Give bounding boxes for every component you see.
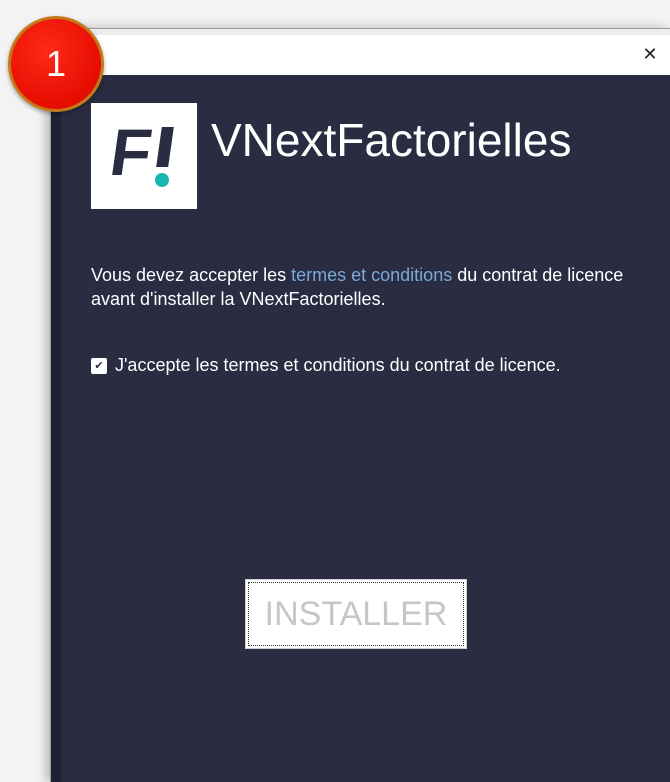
app-title: VNextFactorielles xyxy=(211,114,572,166)
logo-exclamation-bar xyxy=(156,127,174,167)
logo-exclamation-dot xyxy=(155,173,169,187)
license-text-before: Vous devez accepter les xyxy=(91,265,292,285)
title-bar: ✕ xyxy=(51,35,670,75)
accept-terms-checkbox[interactable]: ✔ xyxy=(91,357,107,374)
installer-window: ✕ F VNextFactorielles Vous devez accepte… xyxy=(50,28,670,782)
install-button[interactable]: INSTALLER xyxy=(245,579,467,649)
accept-terms-label[interactable]: J'accepte les termes et conditions du co… xyxy=(115,355,561,375)
terms-link[interactable]: termes et conditions xyxy=(291,265,452,285)
license-message: Vous devez accepter les termes et condit… xyxy=(91,263,631,311)
window-edge-strip xyxy=(51,75,61,782)
app-logo: F xyxy=(91,103,197,209)
checkmark-icon: ✔ xyxy=(94,358,104,372)
step-number-badge: 1 xyxy=(8,16,104,112)
accept-terms-row[interactable]: ✔ J'accepte les termes et conditions du … xyxy=(91,355,561,379)
close-icon[interactable]: ✕ xyxy=(636,41,664,69)
logo-letter: F xyxy=(105,115,157,189)
